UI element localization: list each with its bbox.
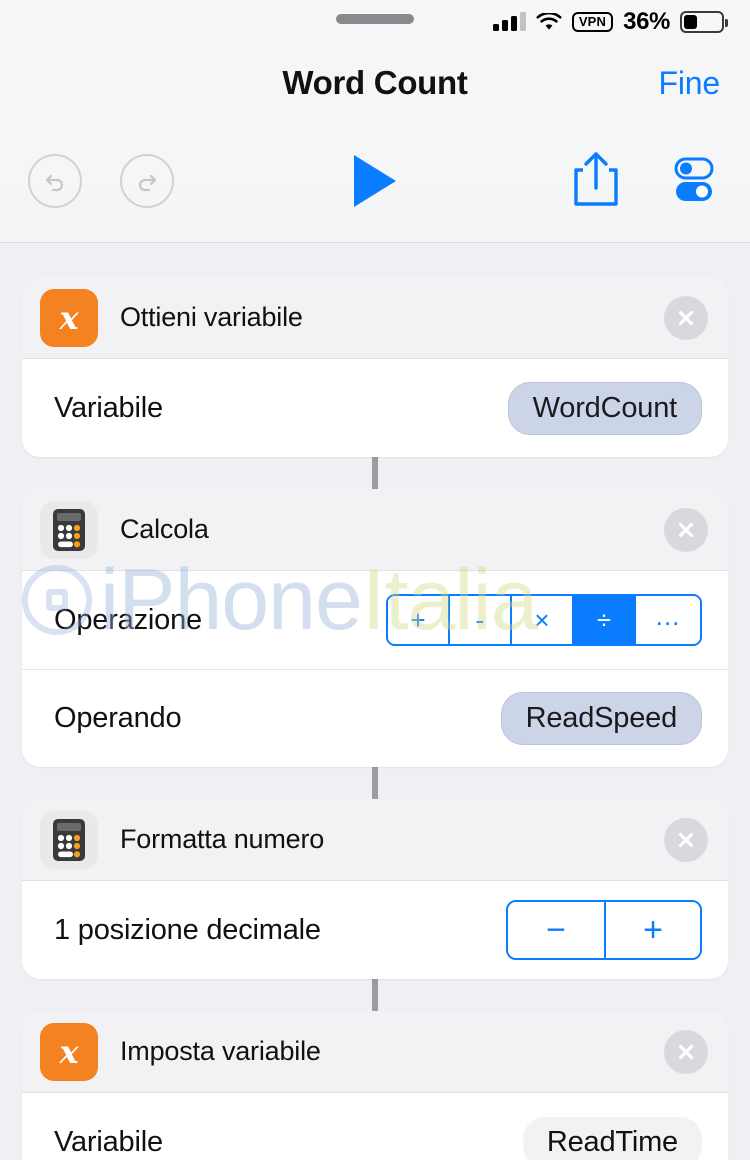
action-connector: [372, 457, 378, 489]
undo-button[interactable]: [28, 154, 82, 208]
calculator-icon: [53, 508, 85, 551]
parameter-label: Variabile: [54, 391, 163, 424]
action-card-header[interactable]: Calcola: [22, 489, 728, 571]
segment-divide[interactable]: ÷: [574, 596, 636, 644]
variable-app-icon: x: [40, 1022, 98, 1081]
share-button[interactable]: [570, 148, 622, 215]
shortcut-settings-button[interactable]: [666, 151, 722, 212]
segment-subtract[interactable]: -: [450, 596, 512, 644]
action-card-header[interactable]: x Ottieni variabile: [22, 277, 728, 359]
calculator-app-icon: [40, 810, 98, 869]
undo-icon: [45, 174, 64, 192]
variable-token[interactable]: ReadTime: [522, 1116, 702, 1160]
stepper-decrement-button[interactable]: −: [508, 902, 604, 958]
calculator-icon: [53, 818, 85, 861]
cellular-signal-icon: [492, 12, 526, 31]
settings-toggles-icon: [674, 157, 714, 201]
action-title: Calcola: [120, 514, 209, 544]
done-button[interactable]: Fine: [659, 65, 721, 102]
action-title: Imposta variabile: [120, 1036, 321, 1066]
action-card-header[interactable]: Formatta numero: [22, 799, 728, 881]
stepper-increment-button[interactable]: +: [604, 902, 700, 958]
close-circle-icon[interactable]: [664, 507, 708, 552]
action-title: Formatta numero: [120, 824, 325, 854]
action-parameter-row[interactable]: Operazione + - × ÷ …: [22, 571, 728, 669]
segment-multiply[interactable]: ×: [512, 596, 574, 644]
action-title: Ottieni variabile: [120, 302, 303, 332]
vpn-badge: VPN: [571, 12, 614, 32]
action-card-header[interactable]: x Imposta variabile: [22, 1011, 728, 1093]
segment-add[interactable]: +: [388, 596, 450, 644]
editor-toolbar: [0, 122, 750, 240]
action-parameter-row[interactable]: 1 posizione decimale − +: [22, 881, 728, 979]
run-shortcut-button[interactable]: [174, 155, 570, 207]
parameter-label: Operando: [54, 702, 182, 734]
page-title: Word Count: [282, 64, 468, 101]
close-circle-icon[interactable]: [664, 817, 708, 862]
action-card[interactable]: x Imposta variabile Variabile ReadTime: [22, 1011, 728, 1160]
redo-icon: [138, 174, 157, 192]
battery-percent-label: 36%: [623, 8, 670, 35]
wifi-icon: [536, 11, 562, 32]
play-icon: [354, 155, 396, 207]
operation-segmented-control[interactable]: + - × ÷ …: [386, 594, 702, 646]
redo-button[interactable]: [120, 154, 174, 208]
action-parameter-row[interactable]: Variabile ReadTime: [22, 1093, 728, 1160]
action-parameter-row[interactable]: Operando ReadSpeed: [22, 669, 728, 767]
drag-grabber[interactable]: [336, 14, 414, 24]
action-card[interactable]: x Ottieni variabile Variabile WordCount: [22, 277, 728, 457]
action-connector: [372, 767, 378, 799]
shortcuts-editor-screen: VPN 36% Word Count Fine x Ottieni variab…: [0, 0, 750, 1160]
variable-x-glyph: x: [59, 1032, 79, 1071]
action-card[interactable]: Calcola Operazione + - × ÷ … Operando Re…: [22, 489, 728, 767]
segment-more[interactable]: …: [636, 596, 700, 644]
parameter-label: Variabile: [54, 1125, 163, 1158]
close-circle-icon[interactable]: [664, 295, 708, 340]
navigation-area: VPN 36% Word Count Fine: [0, 0, 750, 243]
status-bar: VPN 36%: [0, 0, 750, 44]
action-parameter-row[interactable]: Variabile WordCount: [22, 359, 728, 457]
decimal-places-stepper[interactable]: − +: [506, 900, 702, 960]
action-card[interactable]: Formatta numero 1 posizione decimale − +: [22, 799, 728, 979]
variable-x-glyph: x: [59, 298, 79, 337]
variable-app-icon: x: [40, 288, 98, 347]
share-icon: [574, 151, 618, 206]
navigation-bar: Word Count Fine: [0, 44, 750, 122]
variable-token[interactable]: ReadSpeed: [500, 692, 702, 745]
close-circle-icon[interactable]: [664, 1029, 708, 1074]
battery-icon: [680, 11, 728, 33]
status-icons: VPN 36%: [492, 8, 728, 36]
action-list[interactable]: x Ottieni variabile Variabile WordCount: [0, 243, 750, 1160]
variable-token[interactable]: WordCount: [507, 381, 702, 435]
parameter-label: 1 posizione decimale: [54, 913, 321, 946]
parameter-label: Operazione: [54, 603, 202, 636]
calculator-app-icon: [40, 500, 98, 559]
action-connector: [372, 979, 378, 1011]
